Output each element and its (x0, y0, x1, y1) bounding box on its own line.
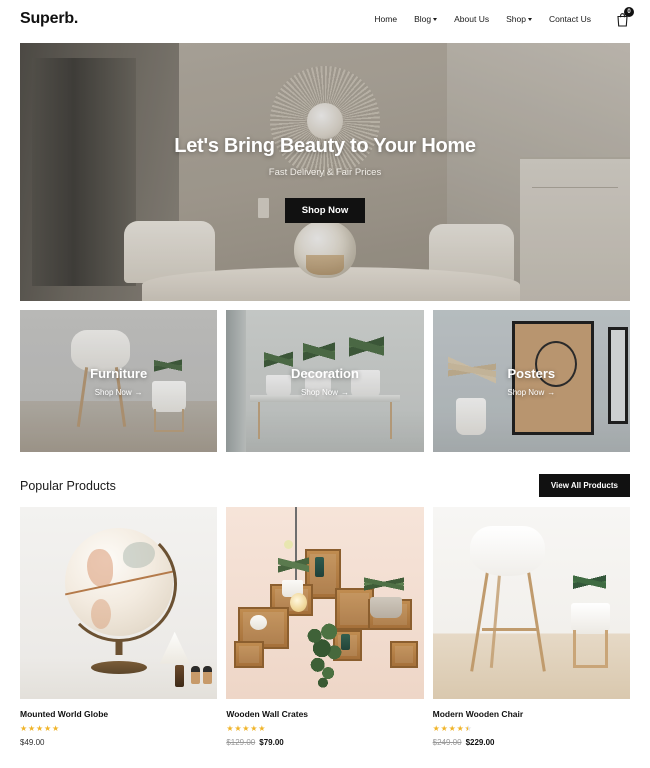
product-old-price: $249.00 (432, 738, 462, 747)
arrow-right-icon: → (340, 387, 349, 397)
product-price: $49.00 (20, 738, 45, 747)
star-icon: ★ (250, 724, 258, 733)
product-grid: Mounted World Globe ★ ★ ★ ★ ★ $49.00 Woo… (20, 507, 630, 747)
nav-item-home[interactable]: Home (374, 14, 397, 24)
view-all-products-button[interactable]: View All Products (538, 474, 630, 497)
grass-pot (370, 597, 402, 619)
nav-item-about-us[interactable]: About Us (454, 14, 489, 24)
product-rating: ★ ★ ★ ★ ★ (20, 724, 217, 733)
popular-products-header: Popular Products View All Products (20, 474, 630, 497)
chair-seat (470, 526, 546, 577)
wall-crate (390, 641, 418, 669)
product-name: Wooden Wall Crates (226, 709, 309, 719)
category-link-label: Shop Now (301, 387, 338, 397)
category-caption: Posters Shop Now → (433, 310, 630, 452)
category-title: Decoration (291, 365, 359, 381)
star-icon: ★ (27, 724, 36, 733)
green-bottle (315, 556, 325, 577)
category-card-furniture[interactable]: Furniture Shop Now → (20, 310, 218, 452)
star-icon: ★ (20, 724, 28, 733)
star-icon: ★ (456, 724, 465, 733)
star-icon: ★ (448, 724, 457, 733)
category-link-label: Shop Now (507, 387, 545, 397)
product-price-row: $249.00 $229.00 (433, 738, 630, 747)
nav-item-blog[interactable]: Blog (414, 14, 438, 24)
site-logo[interactable]: Superb. (20, 10, 78, 28)
nav-label: Blog (414, 14, 432, 24)
product-card[interactable]: Modern Wooden Chair ★ ★ ★ ★ ★ $249.00 $2… (432, 507, 630, 747)
hero-shop-now-button[interactable]: Shop Now (284, 198, 366, 223)
product-price: $79.00 (259, 738, 284, 747)
star-icon: ★ (440, 724, 449, 733)
star-icon: ★ (226, 724, 234, 733)
category-title: Furniture (90, 365, 148, 381)
star-icon: ★ (234, 724, 242, 733)
category-shop-now-link[interactable]: Shop Now → (301, 388, 349, 397)
nav-label: Contact Us (548, 14, 591, 24)
trailing-ivy (299, 622, 351, 692)
product-price-row: $129.00 $79.00 (226, 738, 423, 747)
nav-label: Home (374, 14, 398, 24)
plant-stand (572, 629, 609, 669)
category-cards: Furniture Shop Now → Decoration Shop Now (20, 310, 630, 452)
product-name: Mounted World Globe (20, 709, 109, 719)
product-rating: ★ ★ ★ ★ ★ (226, 724, 423, 733)
hero-title: Let's Bring Beauty to Your Home (174, 135, 476, 157)
category-caption: Decoration Shop Now → (226, 310, 423, 452)
main-navigation: Home Blog About Us Shop Contact Us 0 (374, 7, 634, 28)
star-icon: ★ (35, 724, 44, 733)
site-header: Superb. Home Blog About Us Shop Contact … (0, 0, 650, 38)
product-image-globe[interactable] (20, 507, 218, 699)
product-rating: ★ ★ ★ ★ ★ (433, 724, 630, 733)
star-icon: ★ (258, 724, 266, 733)
product-card[interactable]: Mounted World Globe ★ ★ ★ ★ ★ $49.00 (20, 507, 218, 747)
section-title: Popular Products (20, 478, 116, 493)
peg-doll (203, 665, 213, 684)
arrow-right-icon: → (547, 387, 556, 397)
category-shop-now-link[interactable]: Shop Now → (95, 388, 143, 397)
category-caption: Furniture Shop Now → (20, 310, 217, 452)
star-icon: ★ (432, 724, 441, 733)
chair-crossbar (481, 627, 538, 631)
category-card-posters[interactable]: Posters Shop Now → (432, 310, 630, 452)
product-old-price: $129.00 (226, 738, 256, 747)
globe-base (90, 660, 147, 674)
globe-meridian-arc (60, 526, 177, 643)
nav-label: About Us (454, 14, 490, 24)
globe-stem (115, 641, 123, 656)
crate-inner (395, 646, 413, 664)
category-shop-now-link[interactable]: Shop Now → (507, 388, 555, 397)
product-card[interactable]: Wooden Wall Crates ★ ★ ★ ★ ★ $129.00 $79… (226, 507, 424, 747)
product-image-chair[interactable] (432, 507, 630, 699)
chevron-down-icon (433, 18, 438, 21)
cart-count-badge: 0 (624, 7, 634, 17)
chevron-down-icon (527, 18, 532, 21)
product-price: $229.00 (465, 738, 495, 747)
wall-crate (234, 641, 264, 669)
star-icon: ★ (51, 724, 60, 733)
cart-button[interactable]: 0 (614, 7, 634, 28)
product-image-crates[interactable] (226, 507, 424, 699)
hero-banner: Let's Bring Beauty to Your Home Fast Del… (20, 43, 630, 301)
hero-content: Let's Bring Beauty to Your Home Fast Del… (20, 43, 630, 301)
peg-doll (190, 665, 200, 684)
arrow-right-icon: → (134, 387, 143, 397)
white-pumpkin-decor (250, 614, 267, 630)
nav-item-shop[interactable]: Shop (506, 14, 532, 24)
category-link-label: Shop Now (94, 387, 132, 397)
decor-bottle (174, 665, 184, 688)
snake-plant (572, 556, 607, 607)
hero-subtitle: Fast Delivery & Fair Prices (268, 167, 382, 178)
category-card-decoration[interactable]: Decoration Shop Now → (226, 310, 424, 452)
product-price-row: $49.00 (20, 738, 217, 747)
star-half-icon: ★ (465, 724, 472, 733)
star-icon: ★ (242, 724, 250, 733)
crate-inner (239, 646, 259, 664)
nav-label: Shop (506, 14, 526, 24)
star-icon: ★ (43, 724, 52, 733)
orchid-flower (283, 539, 293, 549)
product-name: Modern Wooden Chair (432, 709, 524, 719)
category-title: Posters (507, 365, 556, 381)
nav-item-contact-us[interactable]: Contact Us (549, 14, 591, 24)
